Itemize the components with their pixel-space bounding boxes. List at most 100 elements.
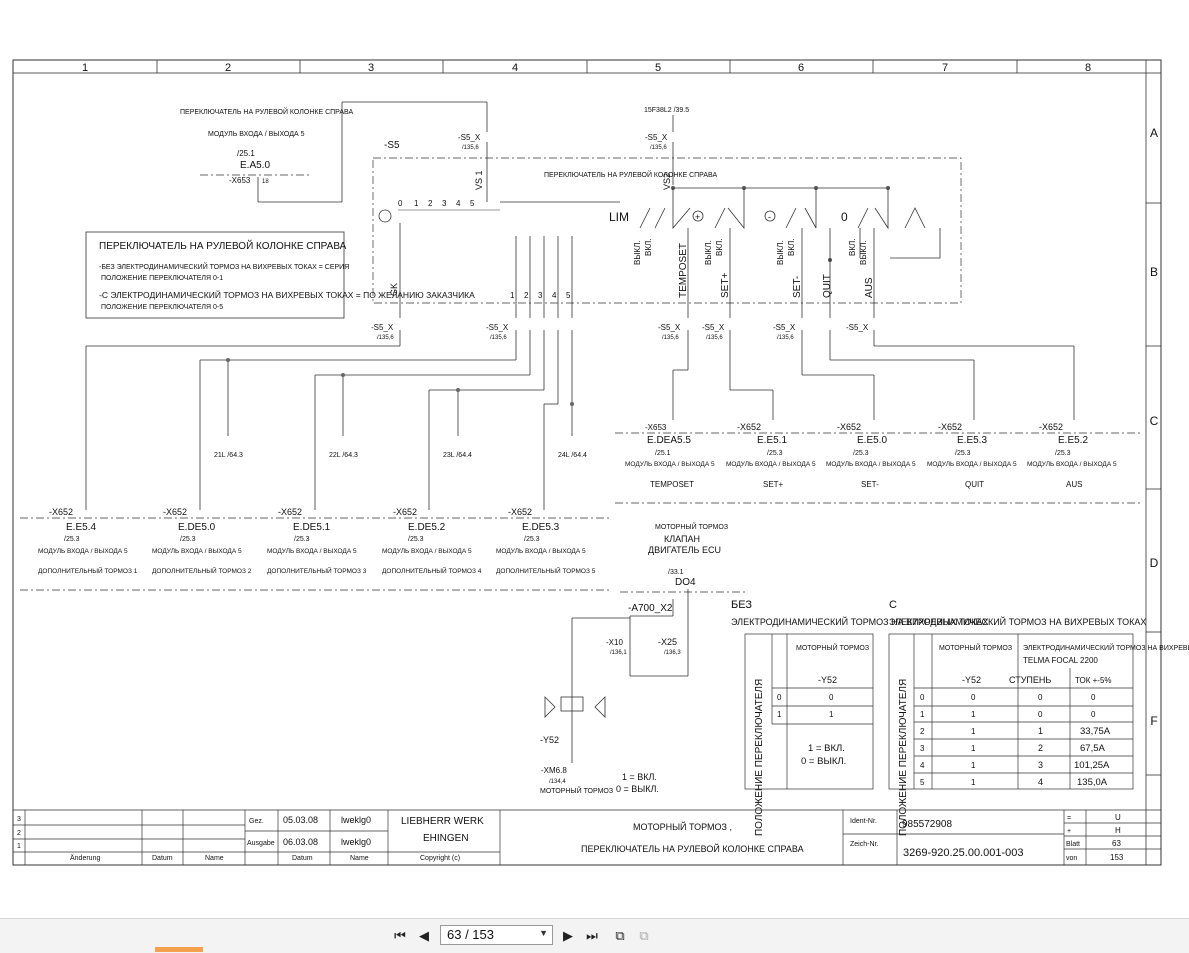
svg-text:DO4: DO4 bbox=[675, 577, 696, 588]
lim-label: LIM bbox=[609, 210, 629, 224]
sw-setplus: SET+ bbox=[720, 273, 731, 298]
svg-text:-S5_X: -S5_X bbox=[846, 323, 869, 332]
svg-text:1: 1 bbox=[971, 744, 976, 753]
grid-col-3: 3 bbox=[368, 62, 374, 74]
next-page-icon[interactable]: ▶ bbox=[558, 926, 578, 946]
page-number-field[interactable]: 63 / 153 ▼ bbox=[440, 925, 553, 945]
svg-text:ДОПОЛНИТЕЛЬНЫЙ ТОРМОЗ 2: ДОПОЛНИТЕЛЬНЫЙ ТОРМОЗ 2 bbox=[152, 566, 252, 575]
svg-text:ВЫКЛ.: ВЫКЛ. bbox=[633, 240, 642, 265]
svg-text:ВКЛ.: ВКЛ. bbox=[848, 239, 857, 256]
svg-text:/135,6: /135,6 bbox=[662, 335, 679, 341]
svg-text:-S5_X: -S5_X bbox=[773, 323, 796, 332]
drawing-sheet: 1 2 3 4 5 6 7 8 A B C D F ПЕРЕКЛЮЧАТЕЛЬ … bbox=[0, 0, 1189, 918]
svg-text:-S5_X: -S5_X bbox=[658, 323, 681, 332]
svg-text:/135,6: /135,6 bbox=[490, 335, 507, 341]
svg-text:ТОК +-5%: ТОК +-5% bbox=[1075, 676, 1112, 685]
previous-page-icon[interactable]: ◀ bbox=[414, 926, 434, 946]
page-number-value: 63 / 153 bbox=[447, 927, 494, 942]
svg-text:ВКЛ.: ВКЛ. bbox=[644, 239, 653, 256]
svg-text:-X652: -X652 bbox=[49, 507, 73, 517]
svg-text:МОДУЛЬ ВХОДА / ВЫХОДА 5: МОДУЛЬ ВХОДА / ВЫХОДА 5 bbox=[726, 461, 816, 468]
svg-text:МОДУЛЬ ВХОДА / ВЫХОДА 5: МОДУЛЬ ВХОДА / ВЫХОДА 5 bbox=[625, 461, 715, 468]
svg-text:4: 4 bbox=[552, 291, 557, 300]
s5x-top-label: -S5_X bbox=[458, 133, 481, 142]
last-page-icon[interactable]: ⏭ bbox=[582, 926, 602, 946]
svg-text:TEMPOSET: TEMPOSET bbox=[650, 480, 694, 489]
svg-text:3: 3 bbox=[920, 744, 925, 753]
svg-text:E.E5.2: E.E5.2 bbox=[1058, 435, 1088, 446]
svg-text:ДОПОЛНИТЕЛЬНЫЙ ТОРМОЗ 5: ДОПОЛНИТЕЛЬНЫЙ ТОРМОЗ 5 bbox=[496, 566, 596, 575]
svg-text:ДОПОЛНИТЕЛЬНЫЙ ТОРМОЗ 3: ДОПОЛНИТЕЛЬНЫЙ ТОРМОЗ 3 bbox=[267, 566, 367, 575]
svg-text:0: 0 bbox=[971, 693, 976, 702]
svg-text:/33.1: /33.1 bbox=[668, 569, 684, 576]
svg-text:Name: Name bbox=[205, 855, 224, 862]
svg-text:1: 1 bbox=[971, 761, 976, 770]
svg-text:0: 0 bbox=[1091, 693, 1096, 702]
svg-text:5: 5 bbox=[920, 778, 925, 787]
svg-text:КЛАПАН: КЛАПАН bbox=[664, 534, 700, 544]
svg-text:/25.3: /25.3 bbox=[524, 536, 540, 543]
svg-text:-X652: -X652 bbox=[938, 422, 962, 432]
svg-text:-X652: -X652 bbox=[508, 507, 532, 517]
svg-text:0: 0 bbox=[1091, 710, 1096, 719]
svg-text:МОДУЛЬ ВХОДА / ВЫХОДА 5: МОДУЛЬ ВХОДА / ВЫХОДА 5 bbox=[927, 461, 1017, 468]
grid-row-c: C bbox=[1150, 414, 1159, 428]
svg-text:Gez.: Gez. bbox=[249, 818, 264, 825]
svg-text:Zeich-Nr.: Zeich-Nr. bbox=[850, 841, 878, 848]
chevron-down-icon[interactable]: ▼ bbox=[539, 928, 548, 938]
svg-text:ЭЛЕКТРОДИНАМИЧЕСКИЙ ТОРМОЗ НА: ЭЛЕКТРОДИНАМИЧЕСКИЙ ТОРМОЗ НА ВИХРЕВЫХ Т bbox=[1023, 643, 1189, 652]
svg-text:/25.3: /25.3 bbox=[408, 536, 424, 543]
svg-text:1: 1 bbox=[777, 710, 782, 719]
svg-text:0: 0 bbox=[829, 693, 834, 702]
svg-text:TELMA FOCAL 2200: TELMA FOCAL 2200 bbox=[1023, 656, 1098, 665]
svg-text:101,25A: 101,25A bbox=[1074, 760, 1110, 771]
svg-text:-S5_X: -S5_X bbox=[702, 323, 725, 332]
svg-text:21L /64.3: 21L /64.3 bbox=[214, 452, 243, 459]
svg-text:-Y52: -Y52 bbox=[818, 675, 837, 685]
svg-text:2: 2 bbox=[920, 727, 925, 736]
table-without-vertical: ПОЛОЖЕНИЕ ПЕРЕКЛЮЧАТЕЛЯ bbox=[754, 679, 765, 836]
svg-text:E.DE5.0: E.DE5.0 bbox=[178, 522, 216, 533]
svg-text:0 = ВЫКЛ.: 0 = ВЫКЛ. bbox=[616, 784, 659, 794]
grid-col-1: 1 bbox=[82, 62, 88, 74]
svg-text:1: 1 bbox=[510, 291, 515, 300]
svg-text:-Y52: -Y52 bbox=[962, 675, 981, 685]
sw-aus: AUS bbox=[864, 277, 875, 298]
svg-text:МОДУЛЬ ВХОДА / ВЫХОДА 5: МОДУЛЬ ВХОДА / ВЫХОДА 5 bbox=[152, 548, 242, 555]
svg-text:-X652: -X652 bbox=[393, 507, 417, 517]
rotate-icon[interactable]: ⧉ bbox=[634, 926, 654, 946]
svg-text:-БЕЗ ЭЛЕКТРОДИНАМИЧЕСКИЙ ТОРМО: -БЕЗ ЭЛЕКТРОДИНАМИЧЕСКИЙ ТОРМОЗ НА ВИХРЕ… bbox=[99, 262, 349, 271]
svg-text:/135,6: /135,6 bbox=[777, 335, 794, 341]
grid-row-b: B bbox=[1150, 265, 1158, 279]
svg-text:-X652: -X652 bbox=[737, 422, 761, 432]
svg-text:-X652: -X652 bbox=[1039, 422, 1063, 432]
svg-text:ПОЛОЖЕНИЕ ПЕРЕКЛЮЧАТЕЛЯ 0-1: ПОЛОЖЕНИЕ ПЕРЕКЛЮЧАТЕЛЯ 0-1 bbox=[101, 275, 223, 282]
svg-text:18: 18 bbox=[262, 179, 269, 185]
svg-text:3: 3 bbox=[442, 199, 447, 208]
svg-text:/135,6: /135,6 bbox=[650, 145, 667, 151]
svg-text:U: U bbox=[1115, 813, 1121, 822]
svg-text:МОДУЛЬ ВХОДА / ВЫХОДА 5: МОДУЛЬ ВХОДА / ВЫХОДА 5 bbox=[496, 548, 586, 555]
svg-text:2: 2 bbox=[1038, 743, 1043, 753]
first-page-icon[interactable]: ⏮ bbox=[390, 926, 410, 946]
svg-text:1: 1 bbox=[920, 710, 925, 719]
svg-text:2: 2 bbox=[17, 830, 21, 837]
svg-text:3: 3 bbox=[17, 816, 21, 823]
svg-text:-X10: -X10 bbox=[606, 638, 623, 647]
svg-text:-X652: -X652 bbox=[163, 507, 187, 517]
svg-text:/25.3: /25.3 bbox=[853, 450, 869, 457]
svg-text:Datum: Datum bbox=[292, 855, 313, 862]
x653-label: -X653 bbox=[229, 176, 251, 185]
grid-col-6: 6 bbox=[798, 62, 804, 74]
svg-text:AUS: AUS bbox=[1066, 480, 1082, 489]
fit-page-icon[interactable]: ⧉ bbox=[610, 926, 630, 946]
top-note-1: ПЕРЕКЛЮЧАТЕЛЬ НА РУЛЕВОЙ КОЛОНКЕ СПРАВА bbox=[180, 107, 353, 116]
svg-text:0: 0 bbox=[1038, 710, 1043, 719]
svg-text:-S5_X: -S5_X bbox=[486, 323, 509, 332]
svg-text:135,0A: 135,0A bbox=[1077, 777, 1108, 788]
svg-text:МОТОРНЫЙ ТОРМОЗ: МОТОРНЫЙ ТОРМОЗ bbox=[540, 786, 613, 795]
gez-date: 05.03.08 bbox=[283, 815, 318, 825]
svg-text:ДВИГАТЕЛЬ ECU: ДВИГАТЕЛЬ ECU bbox=[648, 545, 721, 555]
svg-text:EHINGEN: EHINGEN bbox=[423, 833, 469, 844]
ausgabe-date: 06.03.08 bbox=[283, 837, 318, 847]
